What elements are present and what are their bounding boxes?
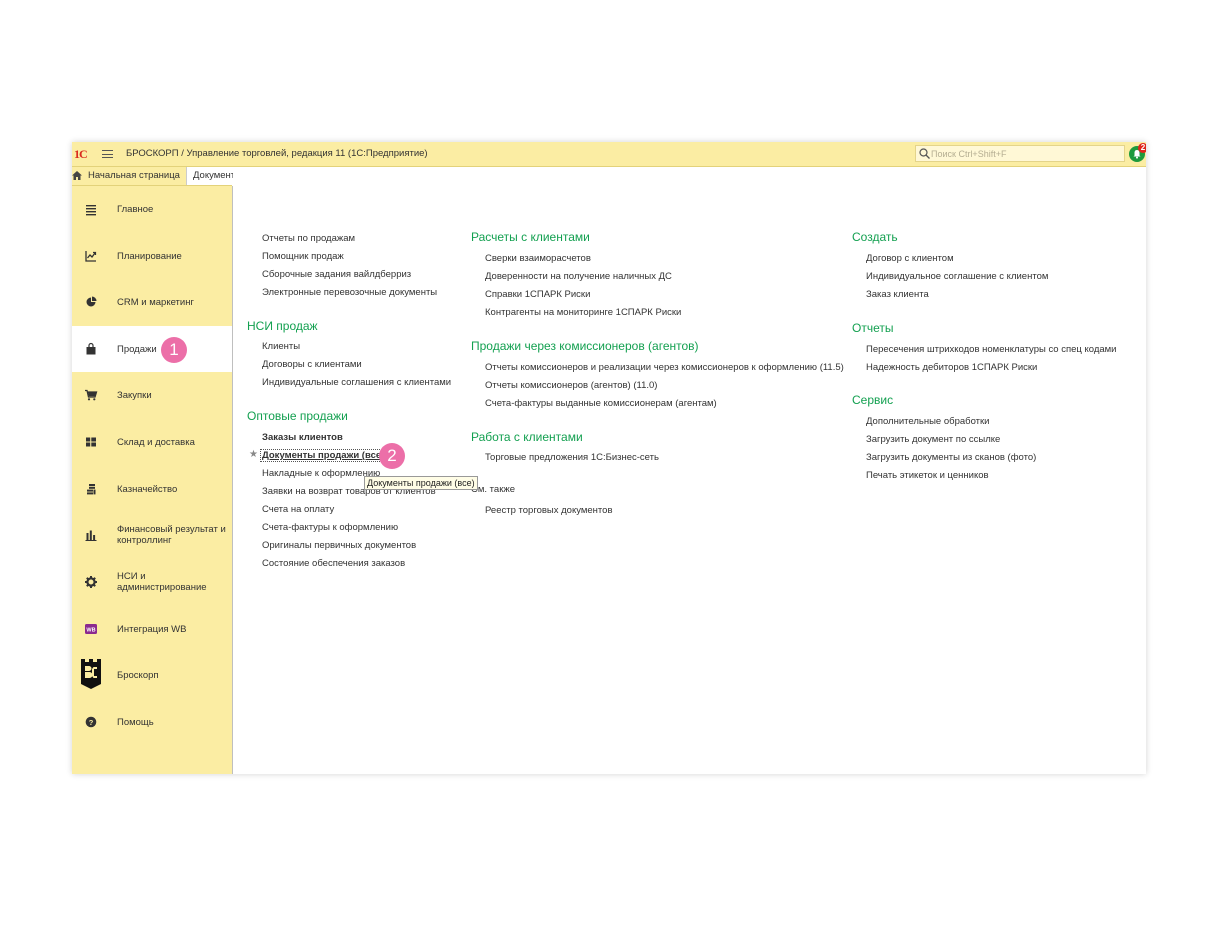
wb-logo-icon: WB [85,624,97,634]
bar-chart-icon [85,530,97,541]
link-client-contracts[interactable]: Договоры с клиентами [262,359,362,370]
header-nsi-sales: НСИ продаж [247,319,318,333]
sidebar-item-main[interactable]: Главное [72,186,232,232]
step-marker-2: 2 [379,443,405,469]
header-client-work: Работа с клиентами [471,430,583,444]
sidebar-item-label: Финансовый результат и контроллинг [117,524,226,546]
link-barcode-intersections[interactable]: Пересечения штрихкодов номенклатуры со с… [866,344,1117,355]
sidebar-item-label: Планирование [117,250,182,262]
pie-chart-icon [86,296,97,307]
link-primary-docs-originals[interactable]: Оригиналы первичных документов [262,540,416,551]
gear-icon [85,576,97,588]
link-create-individual-agreement[interactable]: Индивидуальное соглашение с клиентом [866,271,1048,282]
link-load-docs-from-scans[interactable]: Загрузить документы из сканов (фото) [866,452,1036,463]
header-create: Создать [852,230,898,244]
warehouse-grid-icon [86,437,96,447]
svg-text:?: ? [89,718,94,727]
tooltip: Документы продажи (все) [364,476,478,490]
planning-chart-icon [85,251,97,262]
header-reports: Отчеты [852,321,894,335]
sidebar-item-planning[interactable]: Планирование [72,233,232,279]
link-business-network-offers[interactable]: Торговые предложения 1С:Бизнес-сеть [485,452,659,463]
sidebar-item-label: Склад и доставка [117,436,195,448]
wb-logo-text: WB [86,627,95,633]
link-debtor-reliability[interactable]: Надежность дебиторов 1СПАРК Риски [866,362,1037,373]
broskorp-logo-icon [81,659,101,689]
sidebar-item-label: Закупки [117,389,152,401]
tab-home[interactable]: Начальная страница [72,167,184,185]
search-box[interactable] [915,145,1125,162]
search-icon [919,148,930,159]
coins-icon [87,484,96,495]
menu-icon[interactable] [102,150,113,158]
sidebar-item-label: Интеграция WB [117,623,187,635]
sidebar: Главное Планирование CRM и маркетинг Про… [72,186,233,774]
tab-home-label: Начальная страница [88,170,180,181]
home-icon [72,171,82,180]
link-load-doc-by-url[interactable]: Загрузить документ по ссылке [866,434,1000,445]
link-print-labels[interactable]: Печать этикеток и ценников [866,470,989,481]
sidebar-item-nsi-admin[interactable]: НСИ и администрирование [72,559,232,605]
link-wildberries-assembly-tasks[interactable]: Сборочные задания вайлдберриз [262,269,411,280]
search-input[interactable] [931,147,1121,160]
link-clients[interactable]: Клиенты [262,341,300,352]
tab-documents-label: Документы продажи (все) [193,170,233,181]
sidebar-item-warehouse[interactable]: Склад и доставка [72,419,232,465]
link-vat-invoices-to-process[interactable]: Счета-фактуры к оформлению [262,522,398,533]
sidebar-item-label: НСИ и администрирование [117,571,207,593]
sidebar-item-label: CRM и маркетинг [117,296,194,308]
link-create-client-order[interactable]: Заказ клиента [866,289,929,300]
sidebar-item-crm[interactable]: CRM и маркетинг [72,279,232,325]
link-sales-assistant[interactable]: Помощник продаж [262,251,344,262]
link-sales-reports[interactable]: Отчеты по продажам [262,233,355,244]
list-icon [86,205,96,216]
sidebar-item-help[interactable]: ? Помощь [72,699,232,745]
link-invoices-to-process[interactable]: Накладные к оформлению [262,468,380,479]
1c-logo: 1С [74,147,88,161]
link-agent-reports-to-process[interactable]: Отчеты комиссионеров и реализации через … [485,362,844,373]
sidebar-item-sales[interactable]: Продажи [72,326,232,372]
sidebar-item-purchases[interactable]: Закупки [72,372,232,418]
notifications-badge: 2 [1138,143,1146,153]
link-agent-reports[interactable]: Отчеты комиссионеров (агентов) (11.0) [485,380,657,391]
sidebar-item-broskorp[interactable]: Броскорп [72,652,232,698]
sidebar-item-treasury[interactable]: Казначейство [72,466,232,512]
title-bar: 1С БРОСКОРП / Управление торговлей, реда… [72,142,1146,167]
link-trade-docs-registry[interactable]: Реестр торговых документов [485,505,613,516]
shopping-bag-icon [86,342,96,355]
link-individual-agreements[interactable]: Индивидуальные соглашения с клиентами [262,377,451,388]
link-electronic-transport-docs[interactable]: Электронные перевозочные документы [262,287,437,298]
link-payment-invoices[interactable]: Счета на оплату [262,504,334,515]
cart-icon [85,389,98,401]
link-cash-power-of-attorney[interactable]: Доверенности на получение наличных ДС [485,271,672,282]
sidebar-item-label: Броскорп [117,669,159,681]
step-marker-1: 1 [161,337,187,363]
link-client-orders[interactable]: Заказы клиентов [262,432,343,443]
sidebar-item-label: Казначейство [117,483,178,495]
sidebar-item-finance[interactable]: Финансовый результат и контроллинг [72,512,232,558]
tab-documents[interactable]: Документы продажи (все) [186,167,233,185]
header-wholesale: Оптовые продажи [247,409,348,423]
link-agent-vat-invoices[interactable]: Счета-фактуры выданные комиссионерам (аг… [485,398,717,409]
link-settlement-reconciliation[interactable]: Сверки взаиморасчетов [485,253,591,264]
link-additional-processing[interactable]: Дополнительные обработки [866,416,989,427]
link-sales-documents-all[interactable]: Документы продажи (все) [260,449,387,462]
header-client-settlements: Расчеты с клиентами [471,230,590,244]
sidebar-item-label: Главное [117,203,154,215]
app-window: 1С БРОСКОРП / Управление торговлей, реда… [72,142,1146,774]
header-agent-sales: Продажи через комиссионеров (агентов) [471,339,699,353]
help-icon: ? [85,716,97,728]
link-order-provision-status[interactable]: Состояние обеспечения заказов [262,558,405,569]
header-see-also: См. также [471,484,515,495]
sales-section-panel: Отчеты по продажам Помощник продаж Сборо… [233,167,1146,774]
sidebar-item-wb-integration[interactable]: WB Интеграция WB [72,606,232,652]
sidebar-item-label: Помощь [117,716,154,728]
link-spark-risk-reports[interactable]: Справки 1СПАРК Риски [485,289,590,300]
app-title: БРОСКОРП / Управление торговлей, редакци… [126,148,428,159]
header-service: Сервис [852,393,894,407]
favorite-star-icon[interactable]: ★ [249,449,258,460]
tab-bar: Начальная страница Документы продажи (вс… [72,167,233,186]
link-spark-monitoring[interactable]: Контрагенты на мониторинге 1СПАРК Риски [485,307,681,318]
link-create-client-contract[interactable]: Договор с клиентом [866,253,954,264]
